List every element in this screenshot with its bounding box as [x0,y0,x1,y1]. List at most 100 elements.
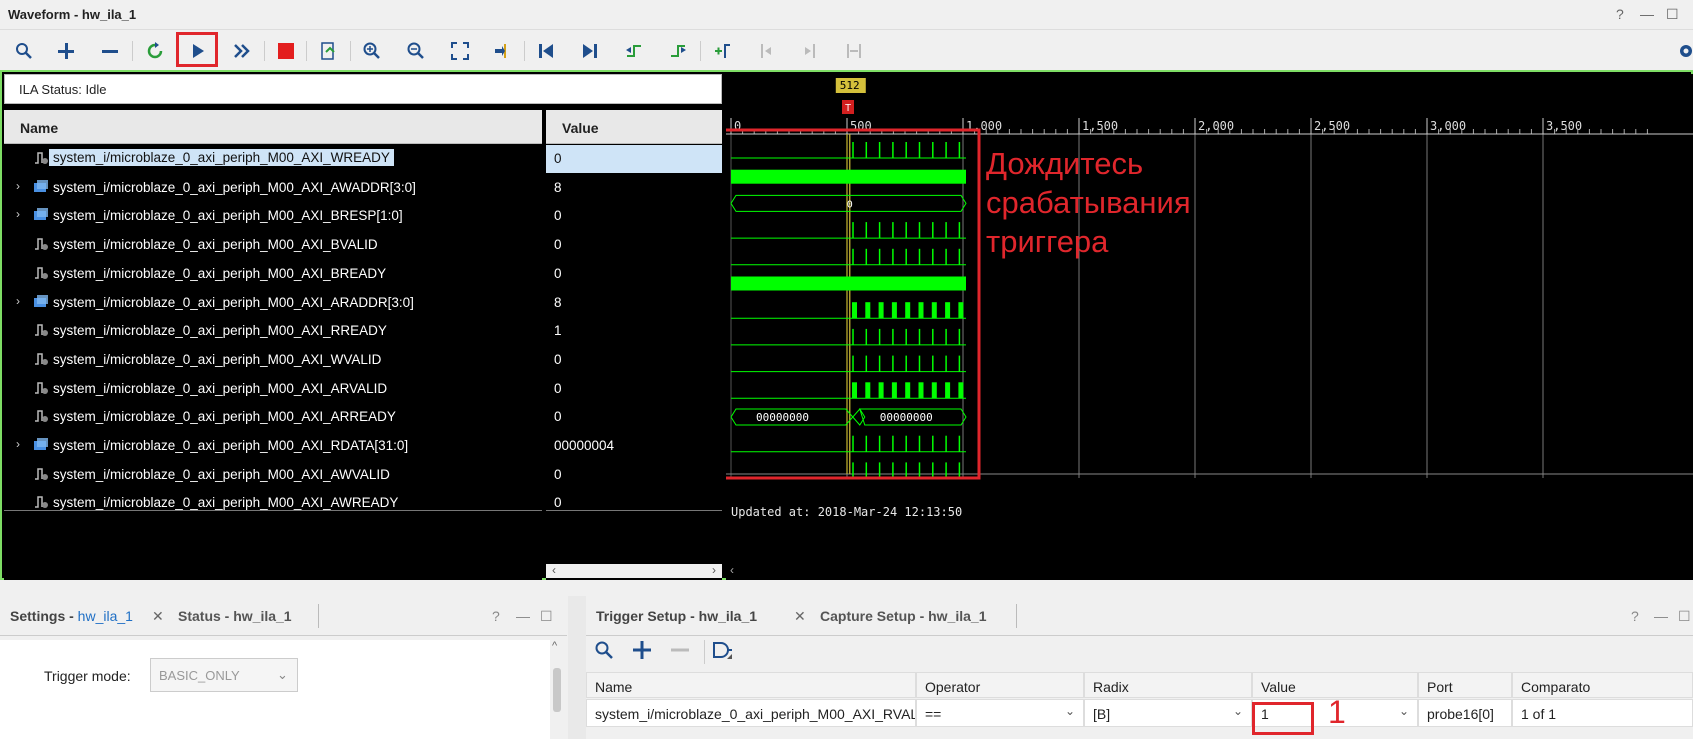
updated-timestamp: Updated at: 2018-Mar-24 12:13:50 [731,505,962,519]
help-icon[interactable]: ? [492,608,500,624]
wire-signal-icon [34,409,48,423]
close-icon[interactable]: ✕ [794,608,806,625]
value-header-label: Value [562,120,599,136]
trigger-mode-select[interactable]: BASIC_ONLY ⌄ [150,658,298,692]
wire-pulse [931,302,937,319]
chevron-right-icon[interactable]: › [16,437,20,451]
col-name-header[interactable]: Name [586,672,916,698]
trigger-row-radix[interactable]: [B] ⌄ [1084,699,1252,727]
chevron-right-icon[interactable]: › [16,294,20,308]
wire-pulse [878,302,884,319]
signal-value: 0 [554,495,562,510]
tab-capture-setup[interactable]: Capture Setup - hw_ila_1 [820,608,986,624]
signal-row[interactable]: system_i/microblaze_0_axi_periph_M00_AXI… [4,489,542,517]
col-radix-header[interactable]: Radix [1084,672,1252,698]
signal-row[interactable]: › system_i/microblaze_0_axi_periph_M00_AX… [4,289,542,317]
signal-row[interactable]: system_i/microblaze_0_axi_periph_M00_AXI… [4,317,542,345]
minimize-icon[interactable]: — [1654,608,1668,624]
waveform-display[interactable]: 0 500 1,000 1,500 2,000 2,500 3,000 3,500 512 T 0 0… [726,74,1693,580]
signal-row[interactable]: system_i/microblaze_0_axi_periph_M00_AXI… [4,346,542,374]
col-comparator-header[interactable]: Comparato [1512,672,1693,698]
tab-status[interactable]: Status - hw_ila_1 [178,608,292,624]
help-button[interactable]: ? [1616,6,1624,22]
signal-row[interactable]: system_i/microblaze_0_axi_periph_M00_AXI… [4,231,542,259]
name-column-header[interactable]: Name [4,110,542,144]
chevron-right-icon[interactable]: › [16,207,20,221]
window-title: Waveform - hw_ila_1 [8,7,137,22]
zoom-fit-icon[interactable] [448,39,472,63]
toolbar-separator [524,41,525,61]
bus-signal-icon [34,180,48,194]
signal-value: 0 [554,467,562,482]
signal-row[interactable]: › system_i/microblaze_0_axi_periph_M00_AX… [4,432,542,460]
bus-signal-icon [34,295,48,309]
values-scrollbar[interactable]: ‹ › [546,563,722,578]
run-immediate-icon[interactable] [230,39,254,63]
logic-gate-icon[interactable] [710,640,736,664]
radix-value: [B] [1093,706,1111,722]
prev-transition-icon[interactable] [622,39,646,63]
goto-cursor-icon[interactable] [490,39,514,63]
gear-icon[interactable] [1674,39,1693,63]
signal-value: 0 [554,237,562,252]
wire-pulse [891,382,897,399]
add-marker-icon[interactable] [710,39,734,63]
signal-row[interactable]: system_i/microblaze_0_axi_periph_M00_AXI… [4,375,542,403]
zoom-out-icon[interactable] [404,39,428,63]
tab-settings[interactable]: Settings - hw_ila_1 [10,608,133,624]
trigger-row-name[interactable]: system_i/microblaze_0_axi_periph_M00_AXI… [586,699,916,727]
signal-name: system_i/microblaze_0_axi_periph_M00_AXI… [53,295,414,310]
next-marker-icon [798,39,822,63]
signal-value: 0 [554,208,562,223]
pane-splitter[interactable] [568,596,586,739]
minimize-icon[interactable]: — [516,608,530,624]
signal-row[interactable]: system_i/microblaze_0_axi_periph_M00_AXI… [4,260,542,288]
signal-row[interactable]: system_i/microblaze_0_axi_periph_M00_AXI… [4,403,542,431]
toolbar-separator [132,41,133,61]
next-transition-icon[interactable] [666,39,690,63]
waveform-canvas[interactable]: 0 500 1,000 1,500 2,000 2,500 3,000 3,500512T00… [726,74,1693,580]
signal-row[interactable]: system_i/microblaze_0_axi_periph_M00_AXI… [4,145,542,173]
wait-annotation-line: срабатывания [986,185,1191,220]
help-icon[interactable]: ? [1631,608,1639,624]
wire-signal-icon [34,352,48,366]
search-icon[interactable] [594,640,618,664]
trigger-row-operator[interactable]: == ⌄ [916,699,1084,727]
maximize-icon[interactable]: ☐ [1678,608,1691,625]
maximize-icon[interactable]: ☐ [540,608,553,625]
maximize-button[interactable]: ☐ [1666,6,1679,23]
add-icon[interactable] [54,39,78,63]
chevron-right-icon[interactable]: › [16,179,20,193]
wire-pulse [891,302,897,319]
zoom-in-icon[interactable] [360,39,384,63]
toolbar-separator [264,41,265,61]
settings-scrollbar[interactable]: ^ [550,640,564,739]
minimize-button[interactable]: — [1640,6,1654,22]
signal-row[interactable]: › system_i/microblaze_0_axi_periph_M00_AX… [4,202,542,230]
goto-start-icon[interactable] [534,39,558,63]
values-divider [546,510,722,511]
signal-row[interactable]: system_i/microblaze_0_axi_periph_M00_AXI… [4,461,542,489]
add-icon[interactable] [632,640,656,664]
signal-value: 8 [554,180,562,195]
search-icon[interactable] [12,39,36,63]
ila-status-label: ILA Status: [19,82,82,97]
tab-trigger-setup[interactable]: Trigger Setup - hw_ila_1 [596,608,757,624]
remove-icon[interactable] [98,39,122,63]
stop-icon[interactable] [274,39,298,63]
col-port-header[interactable]: Port [1418,672,1512,698]
signal-values-list: 0 8 0 0 0 8 1 0 0 0 00000004 0 0 [546,145,722,580]
value-column-header[interactable]: Value [546,110,722,144]
swap-cursors-icon [842,39,866,63]
close-icon[interactable]: ✕ [152,608,164,625]
trigger-mode-label: Trigger mode: [44,668,131,684]
col-operator-header[interactable]: Operator [916,672,1084,698]
signal-value: 0 [554,352,562,367]
name-header-label: Name [20,120,59,136]
export-icon[interactable] [316,39,340,63]
refresh-icon[interactable] [143,39,167,63]
goto-end-icon[interactable] [578,39,602,63]
signal-name: system_i/microblaze_0_axi_periph_M00_AXI… [53,381,388,396]
signal-row[interactable]: › system_i/microblaze_0_axi_periph_M00_AX… [4,174,542,202]
signal-value-row: 8 [546,289,722,317]
